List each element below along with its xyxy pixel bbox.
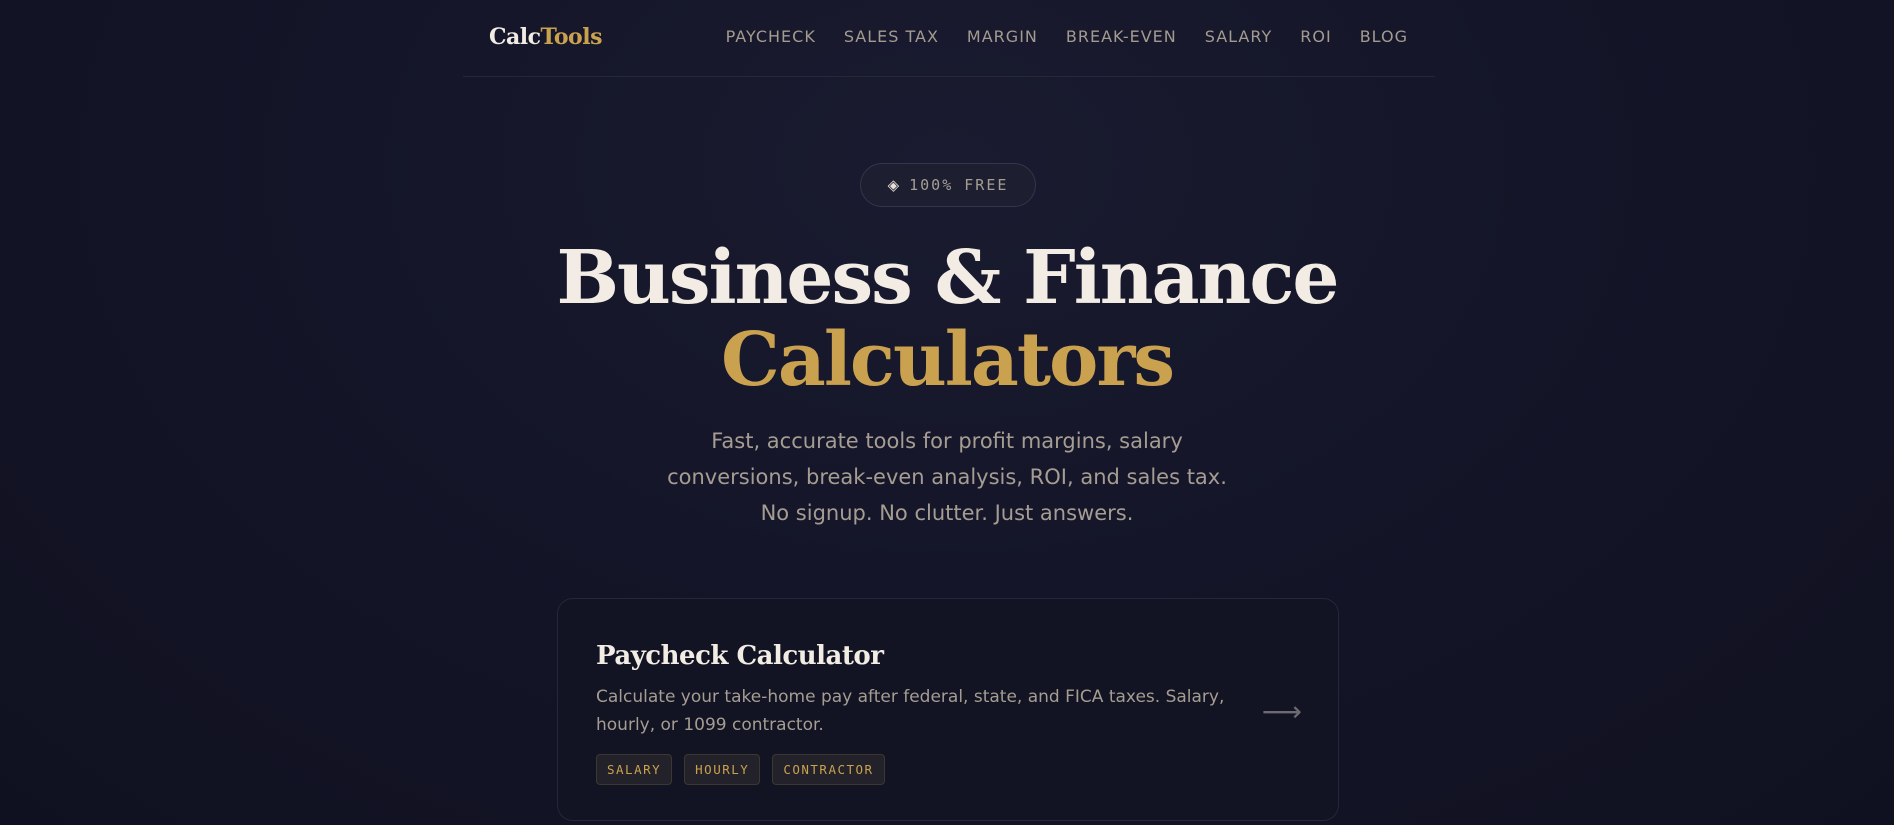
hero-title-line1: Business & Finance	[556, 235, 1340, 321]
card-description: Calculate your take-home pay after feder…	[596, 687, 1225, 735]
tag-hourly: HOURLY	[684, 754, 761, 785]
logo-calc-text: Calc	[489, 24, 541, 50]
diamond-icon: ◈	[887, 176, 900, 194]
site-header: CalcTools PAYCHECK SALES TAX MARGIN BREA…	[463, 0, 1435, 77]
card-tags: SALARY HOURLY CONTRACTOR	[596, 754, 885, 785]
hero-subtitle: Fast, accurate tools for profit margins,…	[667, 429, 1227, 525]
hero-title-line2: Calculators	[720, 317, 1175, 403]
nav-link-salary[interactable]: SALARY	[1205, 27, 1273, 46]
nav-link-paycheck[interactable]: PAYCHECK	[726, 27, 816, 46]
site-logo[interactable]: CalcTools	[489, 24, 602, 50]
logo-tools-text: Tools	[540, 24, 603, 50]
arrow-right-icon[interactable]: ⟶	[1262, 695, 1302, 728]
nav-link-sales-tax[interactable]: SALES TAX	[844, 27, 939, 46]
nav-link-break-even[interactable]: BREAK-EVEN	[1066, 27, 1177, 46]
main-nav: PAYCHECK SALES TAX MARGIN BREAK-EVEN SAL…	[726, 27, 1408, 46]
tag-contractor: CONTRACTOR	[772, 754, 885, 785]
nav-link-roi[interactable]: ROI	[1300, 27, 1331, 46]
tag-salary: SALARY	[596, 754, 673, 785]
paycheck-calculator-card[interactable]: Paycheck Calculator Calculate your take-…	[557, 598, 1339, 821]
free-badge: ◈ 100% FREE	[860, 163, 1036, 207]
card-title: Paycheck Calculator	[596, 641, 884, 671]
nav-link-margin[interactable]: MARGIN	[967, 27, 1038, 46]
nav-link-blog[interactable]: BLOG	[1360, 27, 1408, 46]
free-badge-label: 100% FREE	[909, 176, 1009, 194]
